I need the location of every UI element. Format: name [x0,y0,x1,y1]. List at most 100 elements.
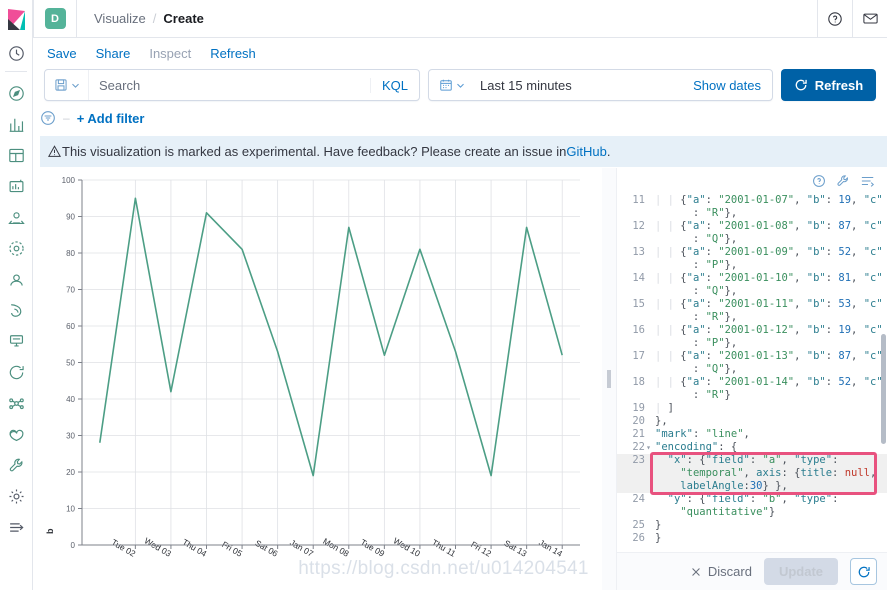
x-tick-label: Fri 05 [220,539,244,559]
sidebar-item-recently-viewed[interactable] [0,38,33,69]
github-link[interactable]: GitHub [566,144,606,159]
code-editor-lines[interactable]: 11 | | {"a": "2001-01-07", "b": 19, "c" :… [617,194,887,552]
code-line[interactable]: 12 | | {"a": "2001-01-08", "b": 87, "c" [617,220,887,233]
code-text: | | {"a": "2001-01-10", "b": 81, "c" [655,272,883,284]
line-number [617,467,651,480]
add-filter-button[interactable]: + Add filter [77,111,145,126]
y-tick-label: 0 [71,541,76,550]
code-line[interactable]: 11 | | {"a": "2001-01-07", "b": 19, "c" [617,194,887,207]
x-tick-label: Fri 12 [469,539,493,559]
sidebar-item-canvas[interactable] [0,171,33,202]
sidebar-item-maps[interactable] [0,202,33,233]
sidebar-item-dev-tools[interactable] [0,450,33,481]
filter-bar-dash: – [63,111,70,125]
code-text: | | {"a": "2001-01-11", "b": 53, "c" [655,298,883,310]
sidebar-item-machine-learning[interactable] [0,233,33,264]
update-button[interactable]: Update [763,558,838,585]
save-disk-icon [55,79,67,91]
kibana-logo[interactable] [0,0,33,38]
sidebar-item-apm[interactable] [0,326,33,357]
filter-settings-icon[interactable] [40,110,56,126]
saved-query-menu-button[interactable] [45,70,89,100]
refresh-button[interactable]: Refresh [781,69,876,101]
inspect-button[interactable]: Inspect [149,46,191,61]
discard-button[interactable]: Discard [690,564,752,579]
date-quick-select-button[interactable] [429,78,474,92]
editor-scrollbar[interactable] [881,334,886,444]
code-line[interactable]: 22 ▾ "encoding": { [617,441,887,454]
code-line[interactable]: 21 "mark": "line", [617,428,887,441]
refresh-link[interactable]: Refresh [210,46,256,61]
code-text: | ] [655,402,674,414]
sidebar-item-dashboard[interactable] [0,140,33,171]
sidebar-item-monitoring[interactable] [0,419,33,450]
time-range-value[interactable]: Last 15 minutes [474,78,693,93]
code-line[interactable]: 19 | ] [617,402,887,415]
code-line[interactable]: 14 | | {"a": "2001-01-10", "b": 81, "c" [617,272,887,285]
space-badge: D [44,8,66,29]
sidebar-item-discover[interactable] [0,78,33,109]
code-line[interactable]: 26} [617,532,887,545]
help-icon[interactable] [817,0,852,38]
y-tick-label: 70 [66,286,75,295]
sidebar-item-logs[interactable] [0,295,33,326]
filter-bar: – + Add filter [40,106,144,130]
code-line[interactable]: 23 "x": {"field": "a", "type": [617,454,887,467]
share-button[interactable]: Share [96,46,131,61]
code-wrap-line[interactable]: : "Q"}, [617,233,887,246]
line-number: 21 [632,428,645,440]
sidebar-item-infrastructure[interactable] [0,264,33,295]
code-wrap-line[interactable]: "temporal", axis: {title: null, [617,467,887,480]
code-wrap-line[interactable]: : "R"}, [617,207,887,220]
code-text: "mark": "line", [655,428,750,440]
breadcrumb-visualize[interactable]: Visualize [94,11,146,26]
query-language-button[interactable]: KQL [369,77,419,93]
code-wrap-line[interactable]: : "R"} [617,389,887,402]
code-line[interactable]: 20}, [617,415,887,428]
sidebar-item-visualize[interactable] [0,109,33,140]
mail-icon[interactable] [852,0,887,38]
main-split-area: b 0 10 20 30 40 50 60 70 80 90 100 Tue 02 Wed 03 Thu… [40,168,887,590]
line-number: 17 [632,350,645,362]
code-wrap-line[interactable]: : "P"}, [617,259,887,272]
y-tick-label: 80 [66,249,75,258]
code-line[interactable]: 18 | | {"a": "2001-01-14", "b": 52, "c" [617,376,887,389]
code-line[interactable]: 16 | | {"a": "2001-01-12", "b": 19, "c" [617,324,887,337]
code-text: | | {"a": "2001-01-14", "b": 52, "c" [655,376,883,388]
sidebar-item-siem[interactable] [0,388,33,419]
space-switcher[interactable]: D [33,0,77,38]
show-dates-button[interactable]: Show dates [693,78,772,93]
pane-resize-handle[interactable] [602,168,616,590]
code-line[interactable]: 24 "y": {"field": "b", "type": [617,493,887,506]
chevron-down-icon [72,83,79,88]
help-circle-icon[interactable] [812,174,826,188]
x-tick-label: Wed 10 [392,536,422,559]
code-line[interactable]: 17 | | {"a": "2001-01-13", "b": 87, "c" [617,350,887,363]
reload-icon[interactable] [850,558,877,585]
code-editor[interactable]: 11 | | {"a": "2001-01-07", "b": 19, "c" :… [617,194,887,552]
fold-toggle-icon[interactable]: ▾ [646,441,651,454]
code-wrap-line[interactable]: "quantitative"} [617,506,887,519]
code-text: "quantitative"} [680,506,776,518]
code-text: "x": {"field": "a", "type": [655,454,839,466]
wrench-icon[interactable] [836,174,850,188]
sidebar-item-management[interactable] [0,481,33,512]
code-line[interactable]: 25} [617,519,887,532]
code-wrap-line[interactable]: : "R"}, [617,311,887,324]
y-axis-label: b [45,528,55,534]
code-line[interactable]: 13 | | {"a": "2001-01-09", "b": 52, "c" [617,246,887,259]
line-chart[interactable]: b 0 10 20 30 40 50 60 70 80 90 100 Tue 02 Wed 03 Thu… [40,168,602,590]
code-wrap-line[interactable]: : "P"}, [617,337,887,350]
code-wrap-line[interactable]: : "Q"}, [617,285,887,298]
sidebar-item-collapse-nav[interactable] [0,512,33,543]
search-input[interactable] [89,70,370,100]
word-wrap-icon[interactable] [860,174,876,188]
save-button[interactable]: Save [47,46,77,61]
x-tick-label: Sat 06 [253,538,280,559]
line-number: 13 [632,246,645,258]
code-wrap-line[interactable]: labelAngle:30} }, [617,480,887,493]
code-wrap-line[interactable]: : "Q"}, [617,363,887,376]
code-text: | | {"a": "2001-01-07", "b": 19, "c" [655,194,883,206]
sidebar-item-uptime[interactable] [0,357,33,388]
code-line[interactable]: 15 | | {"a": "2001-01-11", "b": 53, "c" [617,298,887,311]
